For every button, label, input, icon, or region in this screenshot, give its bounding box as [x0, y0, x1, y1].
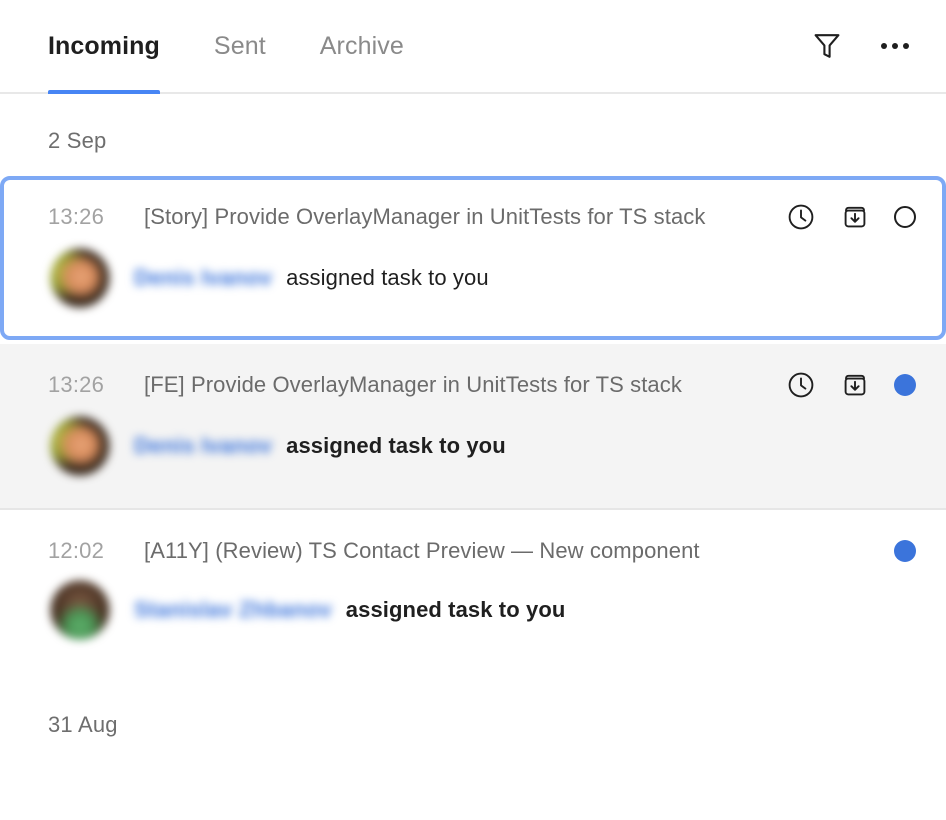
clock-icon[interactable] — [786, 370, 816, 400]
tab-list: Incoming Sent Archive — [48, 0, 431, 94]
tab-incoming-label: Incoming — [48, 31, 160, 60]
list-item-time: 13:26 — [48, 372, 105, 397]
list-item-top: 13:26 [Story] Provide OverlayManager in … — [48, 202, 916, 232]
list-item-top: 13:26 [FE] Provide OverlayManager in Uni… — [48, 370, 916, 400]
tab-archive-label: Archive — [319, 31, 404, 60]
list-item-time: 12:02 — [48, 538, 105, 563]
unread-dot-icon[interactable] — [894, 540, 916, 562]
action-text: assigned task to you — [345, 597, 566, 622]
author-name[interactable]: Denis Ivanov — [134, 433, 272, 459]
list-item-meta: Stanislav Zhbanov assigned task to you — [134, 597, 565, 623]
list-item-title: [A11Y] (Review) TS Contact Preview — New… — [144, 538, 700, 563]
more-dots — [881, 43, 909, 49]
notifications-app: Incoming Sent Archive 2 Sep 13:26 [Story… — [0, 0, 946, 820]
list-item[interactable]: 13:26 [Story] Provide OverlayManager in … — [0, 176, 946, 340]
list-item-top: 12:02 [A11Y] (Review) TS Contact Preview… — [48, 536, 916, 566]
dot — [903, 43, 909, 49]
list-item-title: [Story] Provide OverlayManager in UnitTe… — [144, 204, 706, 229]
date-group-header: 2 Sep — [48, 128, 107, 153]
list-item-bottom: Denis Ivanov assigned task to you — [48, 246, 916, 310]
dot — [881, 43, 887, 49]
tab-sent[interactable]: Sent — [187, 0, 293, 92]
list-item-meta: Denis Ivanov assigned task to you — [134, 265, 489, 291]
list-item-wrapper: 13:26 [Story] Provide OverlayManager in … — [0, 172, 946, 344]
dot — [892, 43, 898, 49]
header-actions — [810, 29, 912, 63]
list-item-actions — [766, 202, 916, 232]
list-item-bottom: Stanislav Zhbanov assigned task to you — [48, 578, 916, 642]
tab-bar-header: Incoming Sent Archive — [0, 0, 946, 94]
unread-circle-outline-icon[interactable] — [894, 206, 916, 228]
more-horizontal-icon[interactable] — [878, 29, 912, 63]
unread-dot-icon[interactable] — [894, 374, 916, 396]
list-item[interactable]: 13:26 [FE] Provide OverlayManager in Uni… — [0, 344, 946, 510]
archive-download-icon[interactable] — [840, 202, 870, 232]
author-name[interactable]: Stanislav Zhbanov — [134, 597, 332, 623]
list-item-time: 13:26 — [48, 204, 105, 229]
notification-list: 2 Sep 13:26 [Story] Provide OverlayManag… — [0, 94, 946, 820]
tab-incoming[interactable]: Incoming — [48, 0, 187, 94]
list-item[interactable]: 12:02 [A11Y] (Review) TS Contact Preview… — [0, 510, 946, 672]
list-item-bottom: Denis Ivanov assigned task to you — [48, 414, 916, 478]
list-item-actions — [766, 370, 916, 400]
action-text: assigned task to you — [286, 433, 506, 458]
list-item-meta: Denis Ivanov assigned task to you — [134, 433, 506, 459]
list-item-title: [FE] Provide OverlayManager in UnitTests… — [144, 372, 682, 397]
list-item-actions — [874, 540, 916, 562]
tab-archive[interactable]: Archive — [293, 0, 431, 92]
filter-funnel-icon[interactable] — [810, 29, 844, 63]
clock-icon[interactable] — [786, 202, 816, 232]
date-group-header: 31 Aug — [48, 712, 118, 737]
author-name[interactable]: Denis Ivanov — [134, 265, 272, 291]
avatar — [50, 416, 110, 476]
avatar — [50, 248, 110, 308]
tab-sent-label: Sent — [213, 31, 266, 60]
avatar — [50, 580, 110, 640]
action-text: assigned task to you — [286, 265, 489, 290]
archive-download-icon[interactable] — [840, 370, 870, 400]
